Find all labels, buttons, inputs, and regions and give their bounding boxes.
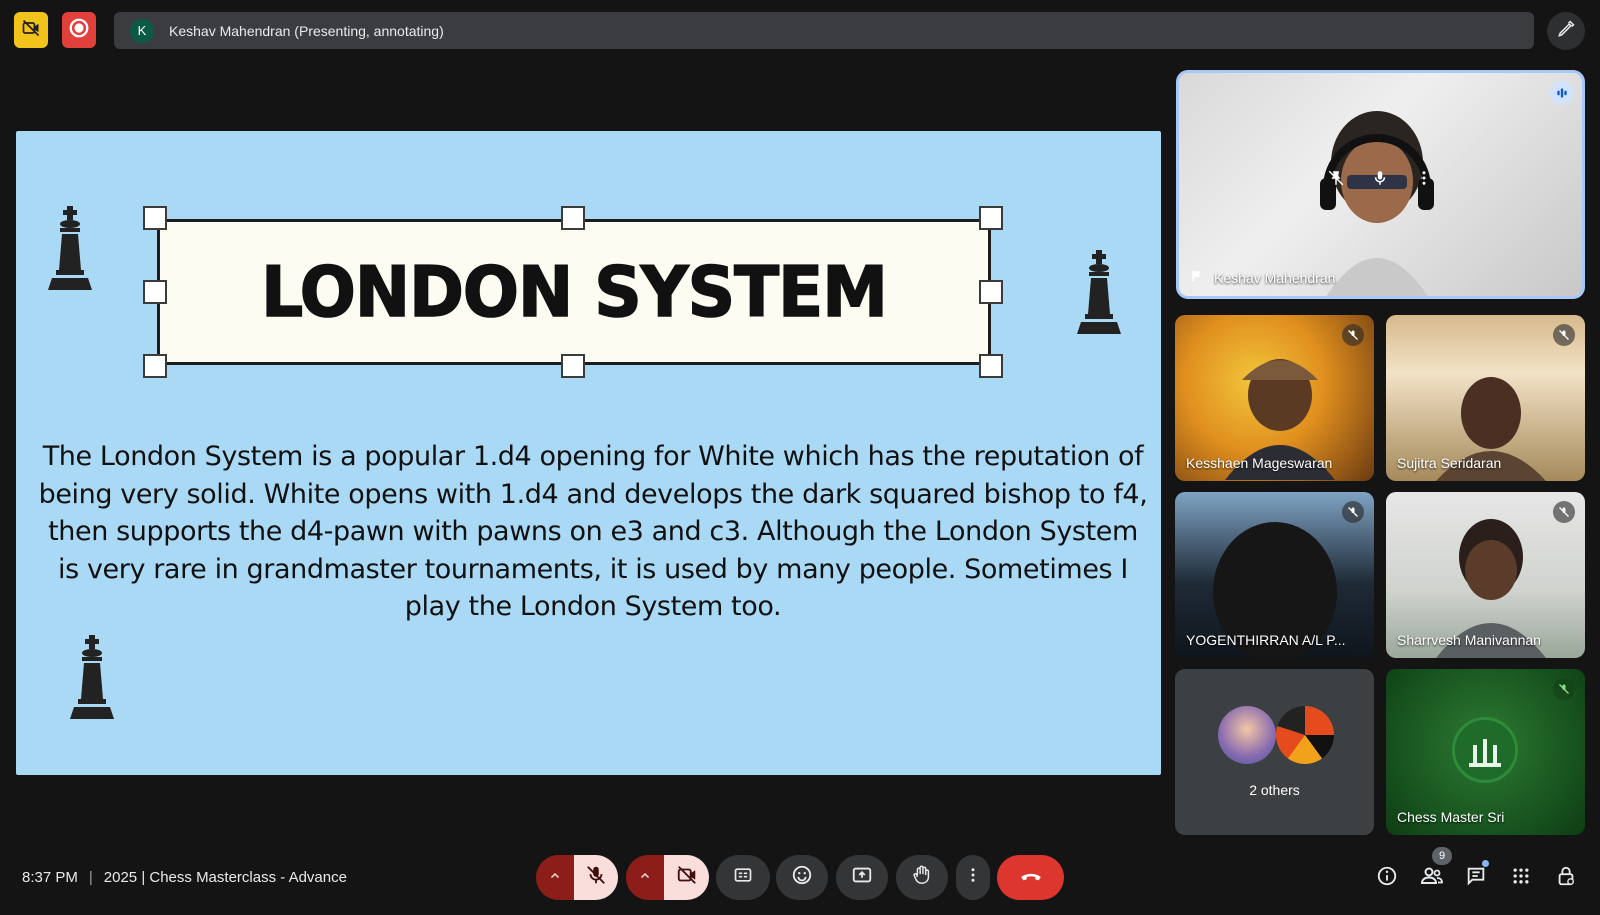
camera-blocked-button[interactable]	[14, 12, 48, 48]
raise-hand-icon	[911, 864, 933, 891]
participant-tile[interactable]: Sujitra Seridaran	[1386, 315, 1585, 481]
mic-control	[536, 855, 618, 900]
info-icon	[1376, 865, 1398, 892]
mic-toggle-button[interactable]	[574, 855, 618, 900]
record-icon	[68, 17, 90, 44]
mic-off-icon	[1553, 678, 1575, 700]
end-call-icon	[1018, 862, 1044, 893]
participant-name: Kesshaen Mageswaran	[1186, 455, 1333, 471]
camera-off-icon	[676, 864, 698, 891]
meeting-title: 2025 | Chess Masterclass - Advance	[103, 869, 347, 886]
avatar	[1276, 706, 1334, 764]
others-tile[interactable]: 2 others	[1175, 669, 1374, 835]
more-icon	[964, 866, 982, 889]
captions-icon	[733, 865, 753, 890]
more-options-button[interactable]	[956, 855, 990, 900]
raise-hand-button[interactable]	[896, 855, 948, 900]
chess-king-icon	[70, 635, 114, 719]
presenting-icon	[1190, 269, 1204, 286]
mic-icon[interactable]	[1371, 169, 1389, 192]
resize-handle[interactable]	[561, 206, 585, 230]
resize-handle[interactable]	[979, 280, 1003, 304]
pen-icon	[1556, 19, 1576, 44]
apps-icon	[1511, 866, 1531, 891]
chess-king-icon	[48, 206, 92, 290]
no-camera-icon	[21, 18, 41, 43]
participant-name: YOGENTHIRRAN A/L P...	[1186, 632, 1346, 648]
present-icon	[851, 864, 873, 891]
mic-off-icon	[1342, 501, 1364, 523]
people-icon	[1420, 864, 1444, 893]
presenter-bar: K Keshav Mahendran (Presenting, annotati…	[114, 12, 1534, 49]
resize-handle[interactable]	[143, 354, 167, 378]
camera-control	[626, 855, 709, 900]
slide-paragraph: The London System is a popular 1.d4 open…	[38, 441, 1148, 622]
end-call-button[interactable]	[997, 855, 1064, 900]
participant-name: Keshav Mahendran	[1190, 269, 1335, 286]
slide-title-box[interactable]: LONDON SYSTEM	[157, 219, 991, 365]
mic-options-button[interactable]	[536, 855, 574, 900]
chevron-up-icon	[549, 869, 561, 887]
mic-off-icon	[1342, 324, 1364, 346]
meet-window: K Keshav Mahendran (Presenting, annotati…	[0, 0, 1600, 915]
resize-handle[interactable]	[143, 206, 167, 230]
participant-tile[interactable]: Kesshaen Mageswaran	[1175, 315, 1374, 481]
slide-body-text: The London System is a popular 1.d4 open…	[36, 438, 1150, 626]
presentation-slide: LONDON SYSTEM The London System is a pop…	[16, 131, 1161, 775]
mic-off-icon	[1553, 501, 1575, 523]
resize-handle[interactable]	[143, 280, 167, 304]
emoji-icon	[791, 864, 813, 891]
chess-king-icon	[1077, 250, 1121, 334]
mic-off-icon	[585, 864, 607, 891]
captions-button[interactable]	[716, 855, 770, 900]
presenter-avatar: K	[130, 18, 154, 43]
separator: |	[88, 869, 93, 886]
clock: 8:37 PM	[22, 869, 78, 886]
host-controls-button[interactable]	[1552, 864, 1580, 892]
speaker-name: Keshav Mahendran	[1214, 269, 1336, 286]
mic-off-icon	[1553, 324, 1575, 346]
pin-off-icon[interactable]	[1327, 169, 1345, 192]
chess-logo-icon	[1469, 739, 1501, 767]
presenter-status: Keshav Mahendran (Presenting, annotating…	[169, 22, 444, 39]
present-button[interactable]	[836, 855, 888, 900]
resize-handle[interactable]	[561, 354, 585, 378]
participant-tile[interactable]: Sharrvesh Manivannan	[1386, 492, 1585, 658]
camera-options-button[interactable]	[626, 855, 664, 900]
chevron-up-icon	[639, 869, 651, 887]
meeting-info: 8:37 PM | 2025 | Chess Masterclass - Adv…	[22, 869, 347, 886]
chat-notification-dot	[1482, 860, 1489, 867]
avatar	[1218, 706, 1276, 764]
people-count-badge: 9	[1432, 847, 1452, 865]
participant-name: Chess Master Sri	[1397, 809, 1505, 825]
speaker-tile[interactable]: Keshav Mahendran	[1176, 70, 1585, 299]
lock-icon	[1555, 865, 1577, 892]
chat-icon	[1465, 865, 1487, 892]
chat-button[interactable]	[1462, 864, 1490, 892]
participant-tile[interactable]: Chess Master Sri	[1386, 669, 1585, 835]
avatar	[1452, 717, 1518, 783]
resize-handle[interactable]	[979, 354, 1003, 378]
recording-button[interactable]	[62, 12, 96, 48]
speaking-indicator-icon	[1550, 81, 1574, 105]
meeting-details-button[interactable]	[1373, 864, 1401, 892]
participant-name: Sharrvesh Manivannan	[1397, 632, 1541, 648]
tile-overlay-controls	[1327, 169, 1433, 192]
others-count-label: 2 others	[1249, 782, 1300, 798]
resize-handle[interactable]	[979, 206, 1003, 230]
annotate-button[interactable]	[1547, 12, 1585, 50]
people-button[interactable]	[1418, 864, 1446, 892]
participant-name: Sujitra Seridaran	[1397, 455, 1502, 471]
participant-tile[interactable]: YOGENTHIRRAN A/L P...	[1175, 492, 1374, 658]
emoji-button[interactable]	[776, 855, 828, 900]
slide-title: LONDON SYSTEM	[260, 251, 888, 333]
more-vert-icon[interactable]	[1415, 169, 1433, 192]
camera-toggle-button[interactable]	[664, 855, 709, 900]
activities-button[interactable]	[1507, 864, 1535, 892]
